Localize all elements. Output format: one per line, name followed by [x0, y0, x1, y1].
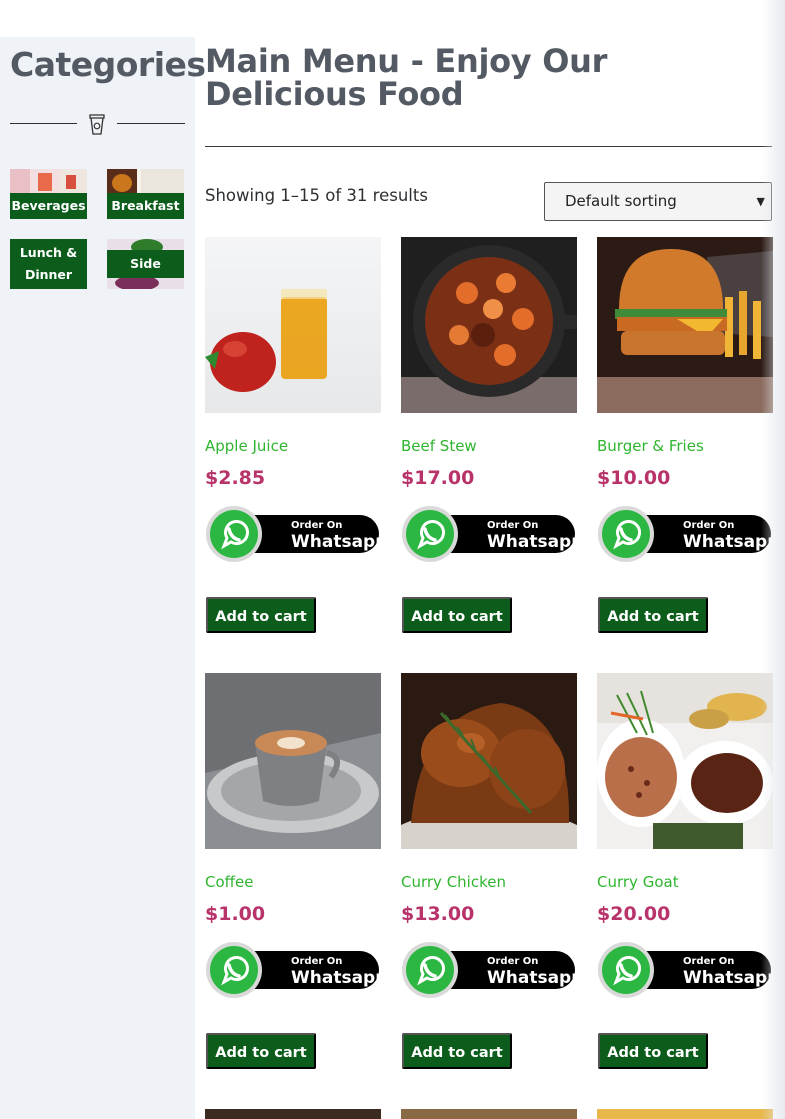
product-name[interactable]: Burger & Fries — [597, 437, 704, 455]
whatsapp-line1: Order On — [683, 520, 734, 531]
result-count: Showing 1–15 of 31 results — [205, 186, 428, 205]
category-beverages[interactable]: Beverages — [10, 169, 87, 219]
whatsapp-line2: Whatsapp — [683, 532, 771, 552]
page-title: Main Menu - Enjoy Our Delicious Food — [205, 42, 608, 113]
category-side[interactable]: Side — [107, 239, 184, 289]
whatsapp-order-button[interactable]: Order On Whatsapp — [401, 941, 575, 1001]
sorting-select[interactable]: Default sorting ▼ — [544, 182, 772, 221]
product-name[interactable]: Curry Goat — [597, 873, 679, 891]
product-image-partial[interactable] — [597, 1109, 773, 1119]
category-breakfast[interactable]: Breakfast — [107, 169, 184, 219]
category-lunch-dinner[interactable]: Lunch & Dinner — [10, 239, 87, 289]
product-price: $13.00 — [401, 903, 475, 925]
add-to-cart-button[interactable]: Add to cart — [598, 1033, 708, 1069]
add-to-cart-button[interactable]: Add to cart — [402, 1033, 512, 1069]
product-image-partial[interactable] — [401, 1109, 577, 1119]
chevron-down-icon: ▼ — [756, 195, 765, 208]
category-label: Side — [107, 250, 184, 278]
whatsapp-line1: Order On — [487, 520, 538, 531]
categories-sidebar: Categories Beverages Breakfast Lunch & D… — [0, 37, 206, 1119]
divider-line-right — [117, 123, 185, 124]
add-to-cart-button[interactable]: Add to cart — [598, 597, 708, 633]
whatsapp-line2: Whatsapp — [487, 968, 575, 988]
whatsapp-order-button[interactable]: Order On Whatsapp — [205, 505, 379, 565]
categories-title: Categories — [10, 45, 206, 84]
add-to-cart-button[interactable]: Add to cart — [402, 597, 512, 633]
top-bar — [0, 0, 785, 37]
whatsapp-order-button[interactable]: Order On Whatsapp — [205, 941, 379, 1001]
product-image[interactable] — [401, 673, 577, 849]
whatsapp-line1: Order On — [291, 956, 342, 967]
category-label: Beverages — [10, 193, 87, 219]
whatsapp-line2: Whatsapp — [291, 968, 379, 988]
whatsapp-line2: Whatsapp — [683, 968, 771, 988]
title-divider — [205, 146, 772, 147]
product-price: $17.00 — [401, 467, 475, 489]
product-image[interactable] — [205, 237, 381, 413]
product-name[interactable]: Curry Chicken — [401, 873, 506, 891]
add-to-cart-button[interactable]: Add to cart — [206, 1033, 316, 1069]
product-image[interactable] — [597, 237, 773, 413]
whatsapp-line1: Order On — [487, 956, 538, 967]
product-price: $1.00 — [205, 903, 266, 925]
sorting-selected-value: Default sorting — [565, 192, 677, 210]
category-label: Lunch & Dinner — [10, 239, 87, 289]
whatsapp-line1: Order On — [683, 956, 734, 967]
add-to-cart-button[interactable]: Add to cart — [206, 597, 316, 633]
product-name[interactable]: Apple Juice — [205, 437, 288, 455]
product-image[interactable] — [597, 673, 773, 849]
whatsapp-order-button[interactable]: Order On Whatsapp — [597, 505, 771, 565]
whatsapp-line2: Whatsapp — [487, 532, 575, 552]
product-image-partial[interactable] — [205, 1109, 381, 1119]
category-label: Breakfast — [107, 193, 184, 219]
product-name[interactable]: Beef Stew — [401, 437, 477, 455]
whatsapp-order-button[interactable]: Order On Whatsapp — [401, 505, 575, 565]
product-price: $20.00 — [597, 903, 671, 925]
whatsapp-order-button[interactable]: Order On Whatsapp — [597, 941, 771, 1001]
product-price: $2.85 — [205, 467, 266, 489]
whatsapp-line2: Whatsapp — [291, 532, 379, 552]
product-price: $10.00 — [597, 467, 671, 489]
divider-line-left — [10, 123, 77, 124]
whatsapp-line1: Order On — [291, 520, 342, 531]
cup-icon — [89, 114, 105, 135]
product-name[interactable]: Coffee — [205, 873, 253, 891]
product-image[interactable] — [401, 237, 577, 413]
product-image[interactable] — [205, 673, 381, 849]
